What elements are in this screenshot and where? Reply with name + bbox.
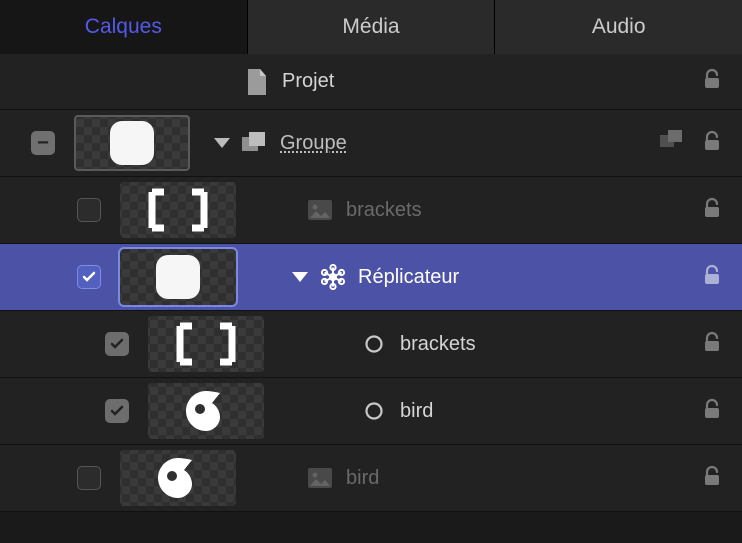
- row-label: Groupe: [280, 132, 347, 155]
- tab-label: Calques: [85, 15, 162, 39]
- visibility-checkbox[interactable]: [77, 466, 101, 490]
- lock-icon[interactable]: [700, 196, 724, 225]
- lock-icon[interactable]: [700, 330, 724, 359]
- filters-icon[interactable]: [660, 130, 686, 157]
- replicator-cell-icon: [364, 401, 384, 421]
- visibility-checkbox[interactable]: [77, 198, 101, 222]
- layer-thumbnail[interactable]: [120, 450, 236, 506]
- image-icon: [308, 200, 332, 220]
- tab-media[interactable]: Média: [248, 0, 496, 54]
- layers-panel-tabs: Calques Média Audio: [0, 0, 742, 54]
- row-label: Réplicateur: [358, 266, 459, 289]
- row-brackets-disabled[interactable]: brackets: [0, 177, 742, 244]
- visibility-checkbox[interactable]: [77, 265, 101, 289]
- lock-icon[interactable]: [700, 464, 724, 493]
- replicator-cell-icon: [364, 334, 384, 354]
- layer-thumbnail[interactable]: [74, 115, 190, 171]
- lock-icon[interactable]: [700, 263, 724, 292]
- lock-icon[interactable]: [700, 397, 724, 426]
- layer-thumbnail[interactable]: [120, 249, 236, 305]
- row-label: bird: [400, 400, 433, 423]
- project-file-icon: [246, 69, 268, 95]
- disclosure-triangle-icon[interactable]: [214, 138, 230, 148]
- replicator-icon: [320, 264, 346, 290]
- visibility-checkbox[interactable]: [105, 399, 129, 423]
- row-group[interactable]: − Groupe: [0, 110, 742, 177]
- tab-label: Audio: [592, 15, 646, 39]
- row-label: brackets: [400, 333, 476, 356]
- layer-thumbnail[interactable]: [148, 383, 264, 439]
- group-icon: [242, 132, 268, 154]
- disclosure-triangle-icon[interactable]: [292, 272, 308, 282]
- row-label: brackets: [346, 199, 422, 222]
- row-replicator[interactable]: Réplicateur: [0, 244, 742, 311]
- row-replicator-cell-bird[interactable]: bird: [0, 378, 742, 445]
- layer-thumbnail[interactable]: [148, 316, 264, 372]
- image-icon: [308, 468, 332, 488]
- layer-thumbnail[interactable]: [120, 182, 236, 238]
- tab-layers[interactable]: Calques: [0, 0, 248, 54]
- tab-audio[interactable]: Audio: [495, 0, 742, 54]
- visibility-checkbox[interactable]: [105, 332, 129, 356]
- lock-icon[interactable]: [700, 129, 724, 158]
- row-label: bird: [346, 467, 379, 490]
- row-project[interactable]: Projet: [0, 54, 742, 110]
- layers-list: Projet − Groupe: [0, 54, 742, 512]
- visibility-toggle[interactable]: −: [31, 131, 55, 155]
- row-label: Projet: [282, 70, 334, 93]
- row-bird-disabled[interactable]: bird: [0, 445, 742, 512]
- row-replicator-cell-brackets[interactable]: brackets: [0, 311, 742, 378]
- tab-label: Média: [342, 15, 399, 39]
- lock-icon[interactable]: [700, 67, 724, 96]
